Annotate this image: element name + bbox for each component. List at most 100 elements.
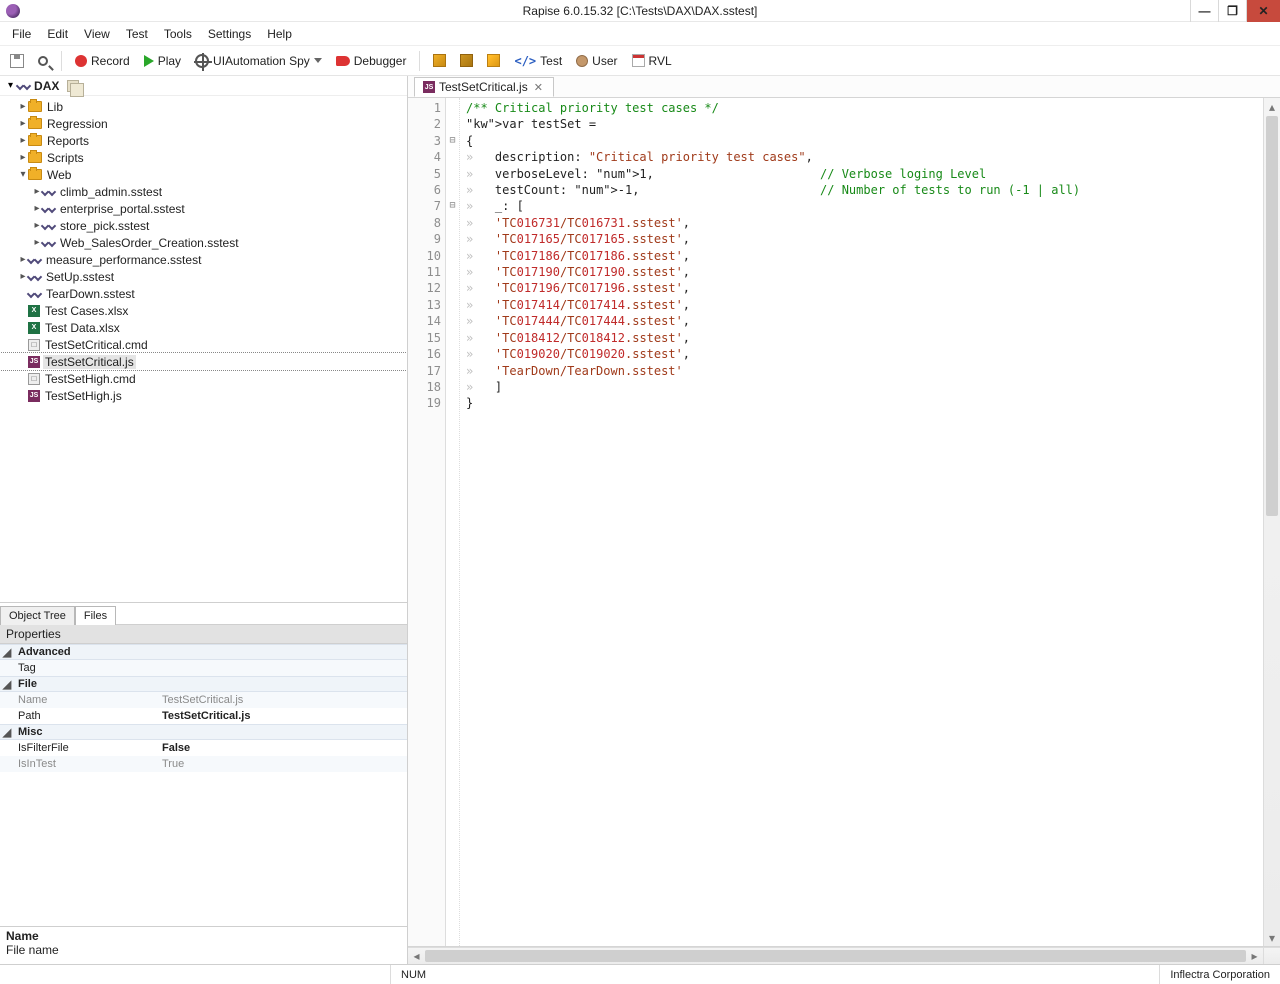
editor-tabs: JS TestSetCritical.js ✕ [408, 76, 1280, 98]
js-icon: JS [423, 81, 435, 93]
tree-item-label: TearDown.sstest [44, 287, 137, 301]
menu-edit[interactable]: Edit [41, 25, 74, 43]
menu-tools[interactable]: Tools [158, 25, 198, 43]
tree-item[interactable]: ▸□TestSetCritical.cmd [0, 336, 407, 353]
line-number-gutter: 12345678910111213141516171819 [408, 98, 446, 946]
title-bar: Rapise 6.0.15.32 [C:\Tests\DAX\DAX.sstes… [0, 0, 1280, 22]
cmd-icon: □ [28, 339, 40, 351]
tree-item[interactable]: ▸XTest Data.xlsx [0, 319, 407, 336]
caret-down-icon[interactable]: ▾ [18, 169, 28, 180]
caret-right-icon[interactable]: ▸ [18, 152, 28, 163]
cube3-button[interactable] [483, 52, 504, 69]
maximize-button[interactable]: ❐ [1218, 0, 1246, 22]
caret-down-icon[interactable]: ▾ [8, 80, 13, 91]
caret-right-icon[interactable]: ▸ [18, 118, 28, 129]
tree-item-label: enterprise_portal.sstest [58, 202, 187, 216]
menu-file[interactable]: File [6, 25, 37, 43]
code-area[interactable]: /** Critical priority test cases */"kw">… [460, 98, 1263, 946]
property-group[interactable]: ◢Advanced [0, 644, 407, 660]
tree-item[interactable]: ▸ Lib [0, 98, 407, 115]
tree-item[interactable]: ▸measure_performance.sstest [0, 251, 407, 268]
property-row[interactable]: IsFilterFileFalse [0, 740, 407, 756]
properties-footer-title: Name [6, 929, 401, 943]
tab-files[interactable]: Files [75, 606, 116, 625]
caret-right-icon[interactable]: ▸ [18, 101, 28, 112]
spy-button[interactable]: UIAutomation Spy [191, 52, 326, 70]
sstest-icon [42, 240, 55, 246]
project-root-label[interactable]: DAX [34, 79, 59, 93]
property-row[interactable]: PathTestSetCritical.js [0, 708, 407, 724]
property-row[interactable]: Tag [0, 660, 407, 676]
tree-item-label: Lib [45, 100, 65, 114]
project-icon [17, 83, 30, 89]
tab-object-tree[interactable]: Object Tree [0, 606, 75, 625]
test-button[interactable]: </>Test [510, 52, 566, 70]
menu-settings[interactable]: Settings [202, 25, 257, 43]
cube2-button[interactable] [456, 52, 477, 69]
scroll-down-icon[interactable]: ▾ [1264, 929, 1280, 946]
fold-column[interactable]: ⊟ ⊟ [446, 98, 460, 946]
user-button[interactable]: User [572, 52, 621, 70]
tree-item[interactable]: ▸□TestSetHigh.cmd [0, 370, 407, 387]
close-tab-icon[interactable]: ✕ [532, 81, 545, 94]
play-icon [144, 55, 154, 67]
sstest-icon [42, 206, 55, 212]
scroll-thumb[interactable] [1266, 116, 1278, 516]
save-button[interactable] [6, 52, 28, 70]
folder-icon [28, 152, 42, 163]
horizontal-scrollbar[interactable]: ◂ ▸ [408, 947, 1280, 964]
tree-item-label: SetUp.sstest [44, 270, 116, 284]
tree-item[interactable]: ▸store_pick.sstest [0, 217, 407, 234]
close-button[interactable]: ✕ [1246, 0, 1280, 22]
tree-item[interactable]: ▸TearDown.sstest [0, 285, 407, 302]
menu-help[interactable]: Help [261, 25, 298, 43]
property-group[interactable]: ◢Misc [0, 724, 407, 740]
sstest-icon [42, 223, 55, 229]
properties-grid[interactable]: ◢AdvancedTag◢FileNameTestSetCritical.jsP… [0, 644, 407, 926]
tree-item[interactable]: ▸Reports [0, 132, 407, 149]
record-button[interactable]: Record [71, 52, 134, 70]
tree-item-label: climb_admin.sstest [58, 185, 164, 199]
properties-header: Properties [0, 625, 407, 644]
tree-item[interactable]: ▸Web_SalesOrder_Creation.sstest [0, 234, 407, 251]
vertical-scrollbar[interactable]: ▴ ▾ [1263, 98, 1280, 946]
js-icon: JS [28, 390, 40, 402]
cmd-icon: □ [28, 373, 40, 385]
code-editor[interactable]: 12345678910111213141516171819 ⊟ ⊟ /** Cr… [408, 98, 1280, 947]
scroll-right-icon[interactable]: ▸ [1246, 948, 1263, 964]
copy-icon[interactable] [67, 80, 79, 92]
menu-view[interactable]: View [78, 25, 116, 43]
tree-header: ▾ DAX [0, 76, 407, 96]
scroll-left-icon[interactable]: ◂ [408, 948, 425, 964]
editor-tab-active[interactable]: JS TestSetCritical.js ✕ [414, 77, 554, 97]
tree-item[interactable]: ▸enterprise_portal.sstest [0, 200, 407, 217]
folder-icon [28, 118, 42, 129]
property-group[interactable]: ◢File [0, 676, 407, 692]
scroll-thumb[interactable] [425, 950, 1246, 962]
cube1-button[interactable] [429, 52, 450, 69]
toolbar: Record Play UIAutomation Spy Debugger </… [0, 46, 1280, 76]
rvl-button[interactable]: RVL [628, 52, 676, 70]
play-button[interactable]: Play [140, 52, 185, 70]
menu-test[interactable]: Test [120, 25, 154, 43]
cube-icon [433, 54, 446, 67]
tree-item[interactable]: ▸climb_admin.sstest [0, 183, 407, 200]
search-button[interactable] [34, 54, 52, 68]
tree-item[interactable]: ▸XTest Cases.xlsx [0, 302, 407, 319]
scroll-up-icon[interactable]: ▴ [1264, 98, 1280, 115]
tree-item[interactable]: ▸JSTestSetCritical.js [0, 353, 407, 370]
minimize-button[interactable]: — [1190, 0, 1218, 22]
tree-item[interactable]: ▸SetUp.sstest [0, 268, 407, 285]
tree-item[interactable]: ▾Web [0, 166, 407, 183]
file-tree[interactable]: ▸Lib▸Regression▸Reports▸Scripts▾Web▸clim… [0, 96, 407, 602]
folder-icon [28, 135, 42, 146]
sstest-icon [42, 189, 55, 195]
tree-item[interactable]: ▸Regression [0, 115, 407, 132]
tree-item[interactable]: ▸JSTestSetHigh.js [0, 387, 407, 404]
property-row[interactable]: NameTestSetCritical.js [0, 692, 407, 708]
tree-item[interactable]: ▸Scripts [0, 149, 407, 166]
folder-icon [28, 169, 42, 180]
property-row[interactable]: IsInTestTrue [0, 756, 407, 772]
debugger-button[interactable]: Debugger [332, 52, 411, 70]
caret-right-icon[interactable]: ▸ [18, 135, 28, 146]
